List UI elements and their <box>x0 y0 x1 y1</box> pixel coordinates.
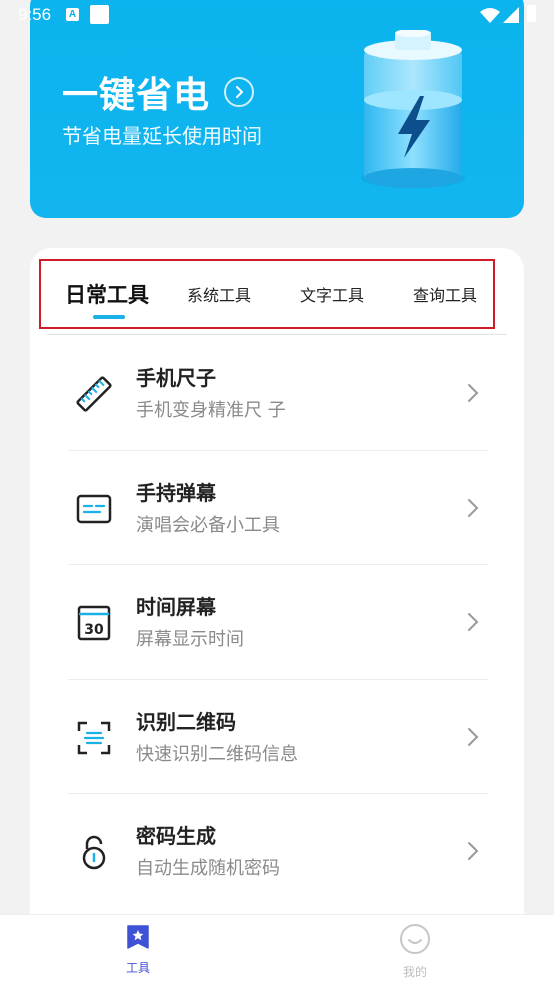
app-screen: 一键省电 节省电量延长使用时间 9:56 A 日常工具 系统工具 文字工具 查询… <box>0 0 554 984</box>
tool-title: 时间屏幕 <box>136 595 216 619</box>
tool-title: 手持弹幕 <box>136 480 216 505</box>
tab-query-tools[interactable]: 查询工具 <box>413 261 477 327</box>
tab-label: 查询工具 <box>413 286 478 305</box>
tab-label: 文字工具 <box>300 286 365 305</box>
nav-mine[interactable]: 我的 <box>385 923 445 980</box>
tool-item-qr-scan[interactable]: 识别二维码 快速识别二维码信息 <box>30 680 524 794</box>
chevron-right-icon <box>468 842 479 860</box>
calendar-30-icon: 30 <box>77 605 111 641</box>
status-bar: 9:56 A <box>0 0 554 30</box>
smiley-face-icon <box>400 924 430 954</box>
nav-mine-label: 我的 <box>402 965 427 979</box>
chevron-circle-right-icon[interactable] <box>224 77 255 107</box>
wifi-icon <box>480 8 500 23</box>
banner-title: 一键省电 <box>62 75 211 116</box>
nav-tools-label: 工具 <box>125 961 150 975</box>
tool-title: 密码生成 <box>136 824 216 848</box>
lock-icon <box>82 835 106 870</box>
tool-list: 手机尺子 手机变身精准尺 子 手持弹幕 演唱会必备小工具 30 时间屏幕 屏幕显… <box>30 336 524 909</box>
tab-active-indicator <box>93 315 125 319</box>
tool-title: 识别二维码 <box>136 709 236 734</box>
banner-title-row: 一键省电 <box>62 66 255 118</box>
tool-item-handheld-barrage[interactable]: 手持弹幕 演唱会必备小工具 <box>30 451 524 565</box>
tool-description: 自动生成随机密码 <box>136 858 280 879</box>
chevron-right-icon <box>468 613 479 631</box>
power-saving-banner[interactable]: 一键省电 节省电量延长使用时间 <box>30 0 524 218</box>
signal-icon <box>503 7 519 23</box>
battery-charging-icon <box>361 30 465 188</box>
battery-icon <box>527 5 536 22</box>
tool-item-time-screen[interactable]: 30 时间屏幕 屏幕显示时间 <box>30 565 524 680</box>
tab-system-tools[interactable]: 系统工具 <box>187 261 251 327</box>
calendar-day-text: 30 <box>84 622 104 638</box>
tools-card: 日常工具 系统工具 文字工具 查询工具 手机尺子 手机变身精准尺 子 手持弹幕 … <box>30 248 524 928</box>
tab-label: 日常工具 <box>65 283 149 307</box>
tab-text-tools[interactable]: 文字工具 <box>300 261 364 327</box>
tool-item-password-generator[interactable]: 密码生成 自动生成随机密码 <box>30 794 524 909</box>
tool-description: 演唱会必备小工具 <box>136 514 280 536</box>
notification-a-icon: A <box>66 8 79 21</box>
tool-description: 快速识别二维码信息 <box>136 743 298 765</box>
tool-title: 手机尺子 <box>136 366 216 390</box>
chevron-right-icon <box>468 727 479 746</box>
nav-tools[interactable]: 工具 <box>108 923 168 976</box>
banner-subtitle: 节省电量延长使用时间 <box>62 124 262 148</box>
tabs-divider <box>47 334 507 335</box>
chevron-right-icon <box>468 498 479 517</box>
status-time: 9:56 <box>18 5 52 24</box>
tab-label: 系统工具 <box>187 286 252 305</box>
tool-description: 屏幕显示时间 <box>136 629 244 650</box>
qr-scan-icon <box>77 721 111 754</box>
tool-description: 手机变身精准尺 子 <box>136 400 286 421</box>
barrage-icon <box>76 494 112 523</box>
tool-category-tabs: 日常工具 系统工具 文字工具 查询工具 <box>39 259 495 329</box>
tool-item-phone-ruler[interactable]: 手机尺子 手机变身精准尺 子 <box>30 336 524 451</box>
ruler-icon <box>76 376 112 412</box>
bookmark-star-icon <box>127 925 149 949</box>
chevron-right-icon <box>468 384 479 402</box>
notification-square-icon <box>90 5 109 24</box>
bottom-nav: 工具 我的 <box>0 914 554 984</box>
